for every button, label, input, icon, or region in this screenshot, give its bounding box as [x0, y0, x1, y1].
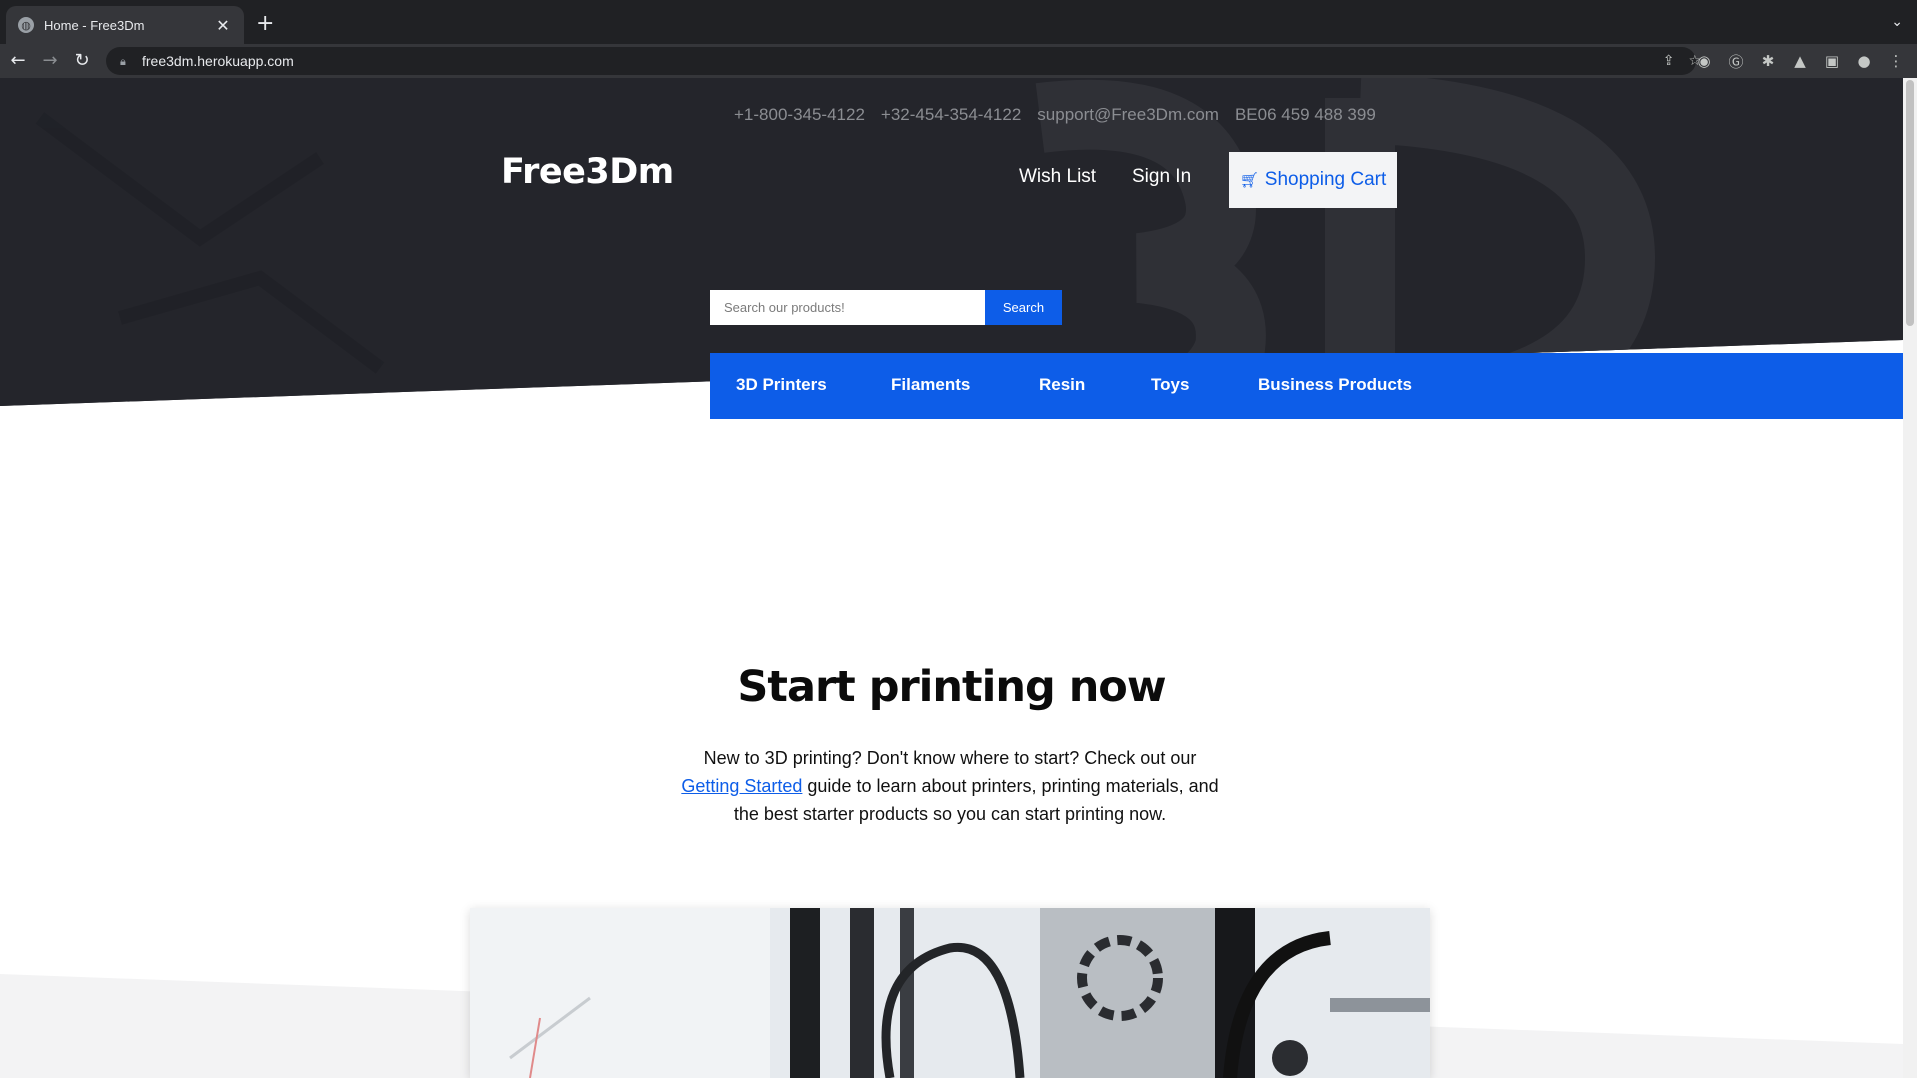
- category-nav: 3D Printers Filaments Resin Toys Busines…: [710, 353, 1903, 419]
- lock-icon: 🔒︎: [120, 55, 126, 68]
- scrollbar-thumb[interactable]: [1906, 80, 1914, 326]
- search-input[interactable]: [710, 290, 985, 325]
- intro-text-end: guide to learn about printers, printing …: [733, 776, 1219, 824]
- contact-bar: +1-800-345-4122 +32-454-354-4122 support…: [734, 105, 1376, 125]
- wish-list-link[interactable]: Wish List: [1019, 166, 1096, 188]
- getting-started-link[interactable]: Getting Started: [681, 776, 802, 796]
- support-email: support@Free3Dm.com: [1037, 105, 1219, 124]
- extension-bar: ◉ Ⓖ ✱ ▲ ▣ ● ⋮: [1695, 49, 1905, 73]
- category-toys[interactable]: Toys: [1151, 375, 1189, 395]
- site-logo[interactable]: Free3Dm: [501, 152, 674, 192]
- vat-number: BE06 459 488 399: [1234, 105, 1376, 124]
- shopping-cart-button[interactable]: 🛒︎ Shopping Cart: [1229, 152, 1397, 208]
- address-bar[interactable]: 🔒︎ free3dm.herokuapp.com: [106, 47, 1696, 75]
- plus-icon[interactable]: +: [256, 12, 274, 36]
- web-page: +1-800-345-4122 +32-454-354-4122 support…: [0, 78, 1903, 1078]
- forward-icon[interactable]: →: [38, 49, 62, 73]
- intro-text-start: New to 3D printing? Don't know where to …: [703, 748, 1197, 768]
- chevron-down-icon[interactable]: ⌄: [1891, 14, 1903, 30]
- flask-icon[interactable]: ▲: [1791, 52, 1809, 70]
- grammarly-icon[interactable]: Ⓖ: [1727, 51, 1745, 72]
- browser-chrome: ◍ Home - Free3Dm ✕ + ⌄ ← → ↻ 🔒︎ free3dm.…: [0, 0, 1917, 78]
- back-icon[interactable]: ←: [6, 49, 30, 73]
- phone-be: +32-454-354-4122: [880, 105, 1022, 124]
- tab-title: Home - Free3Dm: [44, 17, 145, 33]
- intro-text: New to 3D printing? Don't know where to …: [676, 744, 1224, 828]
- phone-us: +1-800-345-4122: [734, 105, 865, 124]
- category-business-products[interactable]: Business Products: [1258, 375, 1412, 395]
- extensions-icon[interactable]: ✱: [1759, 52, 1777, 70]
- cart-icon: 🛒︎: [1239, 172, 1259, 189]
- camera-icon[interactable]: ◉: [1695, 52, 1713, 70]
- page-scrollbar[interactable]: [1903, 78, 1917, 1078]
- browser-tab[interactable]: ◍ Home - Free3Dm ✕: [6, 6, 244, 44]
- sidebar-icon[interactable]: ▣: [1823, 52, 1841, 70]
- printer-photo: [470, 908, 1430, 1078]
- reload-icon[interactable]: ↻: [70, 49, 94, 73]
- shopping-cart-label: Shopping Cart: [1264, 169, 1387, 190]
- category-resin[interactable]: Resin: [1039, 375, 1085, 395]
- profile-icon[interactable]: ●: [1855, 52, 1873, 70]
- tab-strip: ◍ Home - Free3Dm ✕ + ⌄: [0, 0, 1917, 44]
- browser-toolbar: ← → ↻ 🔒︎ free3dm.herokuapp.com ⇪ ☆ ◉ Ⓖ ✱…: [0, 44, 1917, 78]
- page-title: Start printing now: [737, 662, 1166, 712]
- globe-icon: ◍: [18, 17, 34, 33]
- search-button[interactable]: Search: [985, 290, 1062, 325]
- category-3d-printers[interactable]: 3D Printers: [736, 375, 827, 395]
- category-filaments[interactable]: Filaments: [891, 375, 970, 395]
- close-icon[interactable]: ✕: [214, 16, 232, 35]
- url-text: free3dm.herokuapp.com: [142, 53, 294, 69]
- menu-icon[interactable]: ⋮: [1887, 52, 1905, 70]
- sign-in-link[interactable]: Sign In: [1132, 166, 1191, 188]
- share-icon[interactable]: ⇪: [1663, 53, 1675, 69]
- printer-illustration: [470, 908, 1430, 1078]
